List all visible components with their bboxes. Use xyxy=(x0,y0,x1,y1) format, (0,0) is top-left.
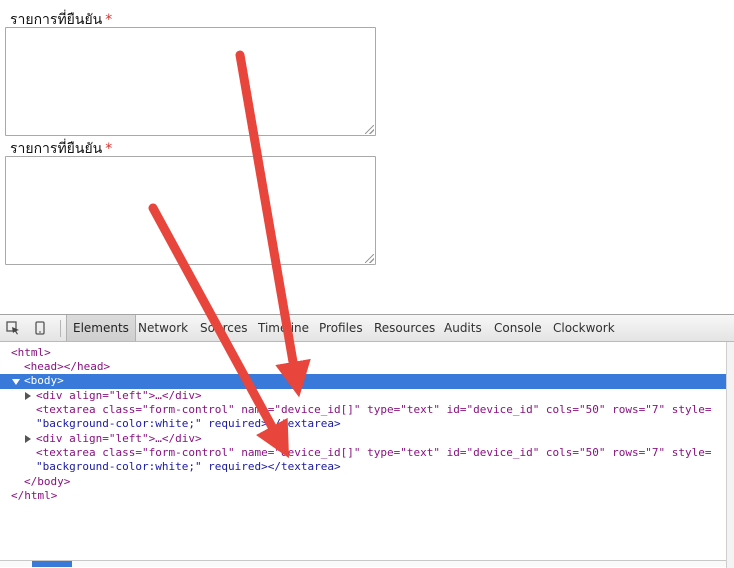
dom-text: <div align="left">…</div> xyxy=(36,389,202,402)
tab-sources[interactable]: Sources xyxy=(200,315,247,341)
collapse-triangle-icon[interactable] xyxy=(25,435,31,443)
dom-text: <head></head> xyxy=(24,360,111,373)
dom-node-div-1[interactable]: <div align="left">…</div> xyxy=(0,389,726,404)
resize-grip-icon[interactable] xyxy=(365,254,374,263)
tab-resources[interactable]: Resources xyxy=(374,315,435,341)
dom-tree: <html> <head></head> <body> <div align="… xyxy=(0,342,726,552)
tab-audits[interactable]: Audits xyxy=(444,315,482,341)
tab-console[interactable]: Console xyxy=(494,315,542,341)
required-asterisk: * xyxy=(105,141,113,157)
devtools-toolbar: Elements Network Sources Timeline Profil… xyxy=(0,315,734,342)
dom-node-body[interactable]: <body> xyxy=(0,374,726,389)
tab-clockwork[interactable]: Clockwork xyxy=(553,315,615,341)
resize-grip-icon[interactable] xyxy=(365,125,374,134)
dom-text: <body> xyxy=(24,374,64,387)
required-asterisk: * xyxy=(105,12,113,28)
devtools-side-scrollbar[interactable] xyxy=(726,342,734,568)
dom-node-body-close[interactable]: </body> xyxy=(0,475,726,490)
field-label-text: รายการที่ยืนยัน xyxy=(10,12,103,28)
dom-node-head[interactable]: <head></head> xyxy=(0,360,726,375)
dom-node-div-2[interactable]: <div align="left">…</div> xyxy=(0,432,726,447)
dom-text: </body> xyxy=(24,475,71,488)
tab-elements[interactable]: Elements xyxy=(66,315,136,341)
devtools-breadcrumb-bar xyxy=(0,560,726,567)
toolbar-divider xyxy=(60,320,61,337)
dom-node-textarea-2-cont[interactable]: "background-color:white;" required></tex… xyxy=(0,460,726,475)
dom-text: <textarea class="form-control" name="dev… xyxy=(36,403,712,416)
field-label-text: รายการที่ยืนยัน xyxy=(10,141,103,157)
breadcrumb-selected[interactable] xyxy=(32,561,72,567)
dom-text: "background-color:white;" required></tex… xyxy=(36,460,341,473)
dom-text: <html> xyxy=(11,346,51,359)
dom-text: "background-color:white;" required></tex… xyxy=(36,417,341,430)
dom-text: <div align="left">…</div> xyxy=(36,432,202,445)
expand-triangle-icon[interactable] xyxy=(12,379,20,385)
collapse-triangle-icon[interactable] xyxy=(25,392,31,400)
devtools-panel: Elements Network Sources Timeline Profil… xyxy=(0,314,734,568)
inspect-element-icon[interactable] xyxy=(6,321,20,335)
tab-network[interactable]: Network xyxy=(138,315,188,341)
dom-node-html-open[interactable]: <html> xyxy=(0,346,726,361)
dom-text: <textarea class="form-control" name="dev… xyxy=(36,446,712,459)
dom-node-html-close[interactable]: </html> xyxy=(0,489,726,504)
dom-node-textarea-2[interactable]: <textarea class="form-control" name="dev… xyxy=(0,446,726,461)
dom-node-textarea-1-cont[interactable]: "background-color:white;" required></tex… xyxy=(0,417,726,432)
confirmed-items-textarea-1[interactable] xyxy=(5,27,376,136)
dom-node-textarea-1[interactable]: <textarea class="form-control" name="dev… xyxy=(0,403,726,418)
tab-timeline[interactable]: Timeline xyxy=(258,315,309,341)
dom-text: </html> xyxy=(11,489,58,502)
confirmed-items-textarea-2[interactable] xyxy=(5,156,376,265)
tab-profiles[interactable]: Profiles xyxy=(319,315,363,341)
device-mode-icon[interactable] xyxy=(33,321,47,335)
